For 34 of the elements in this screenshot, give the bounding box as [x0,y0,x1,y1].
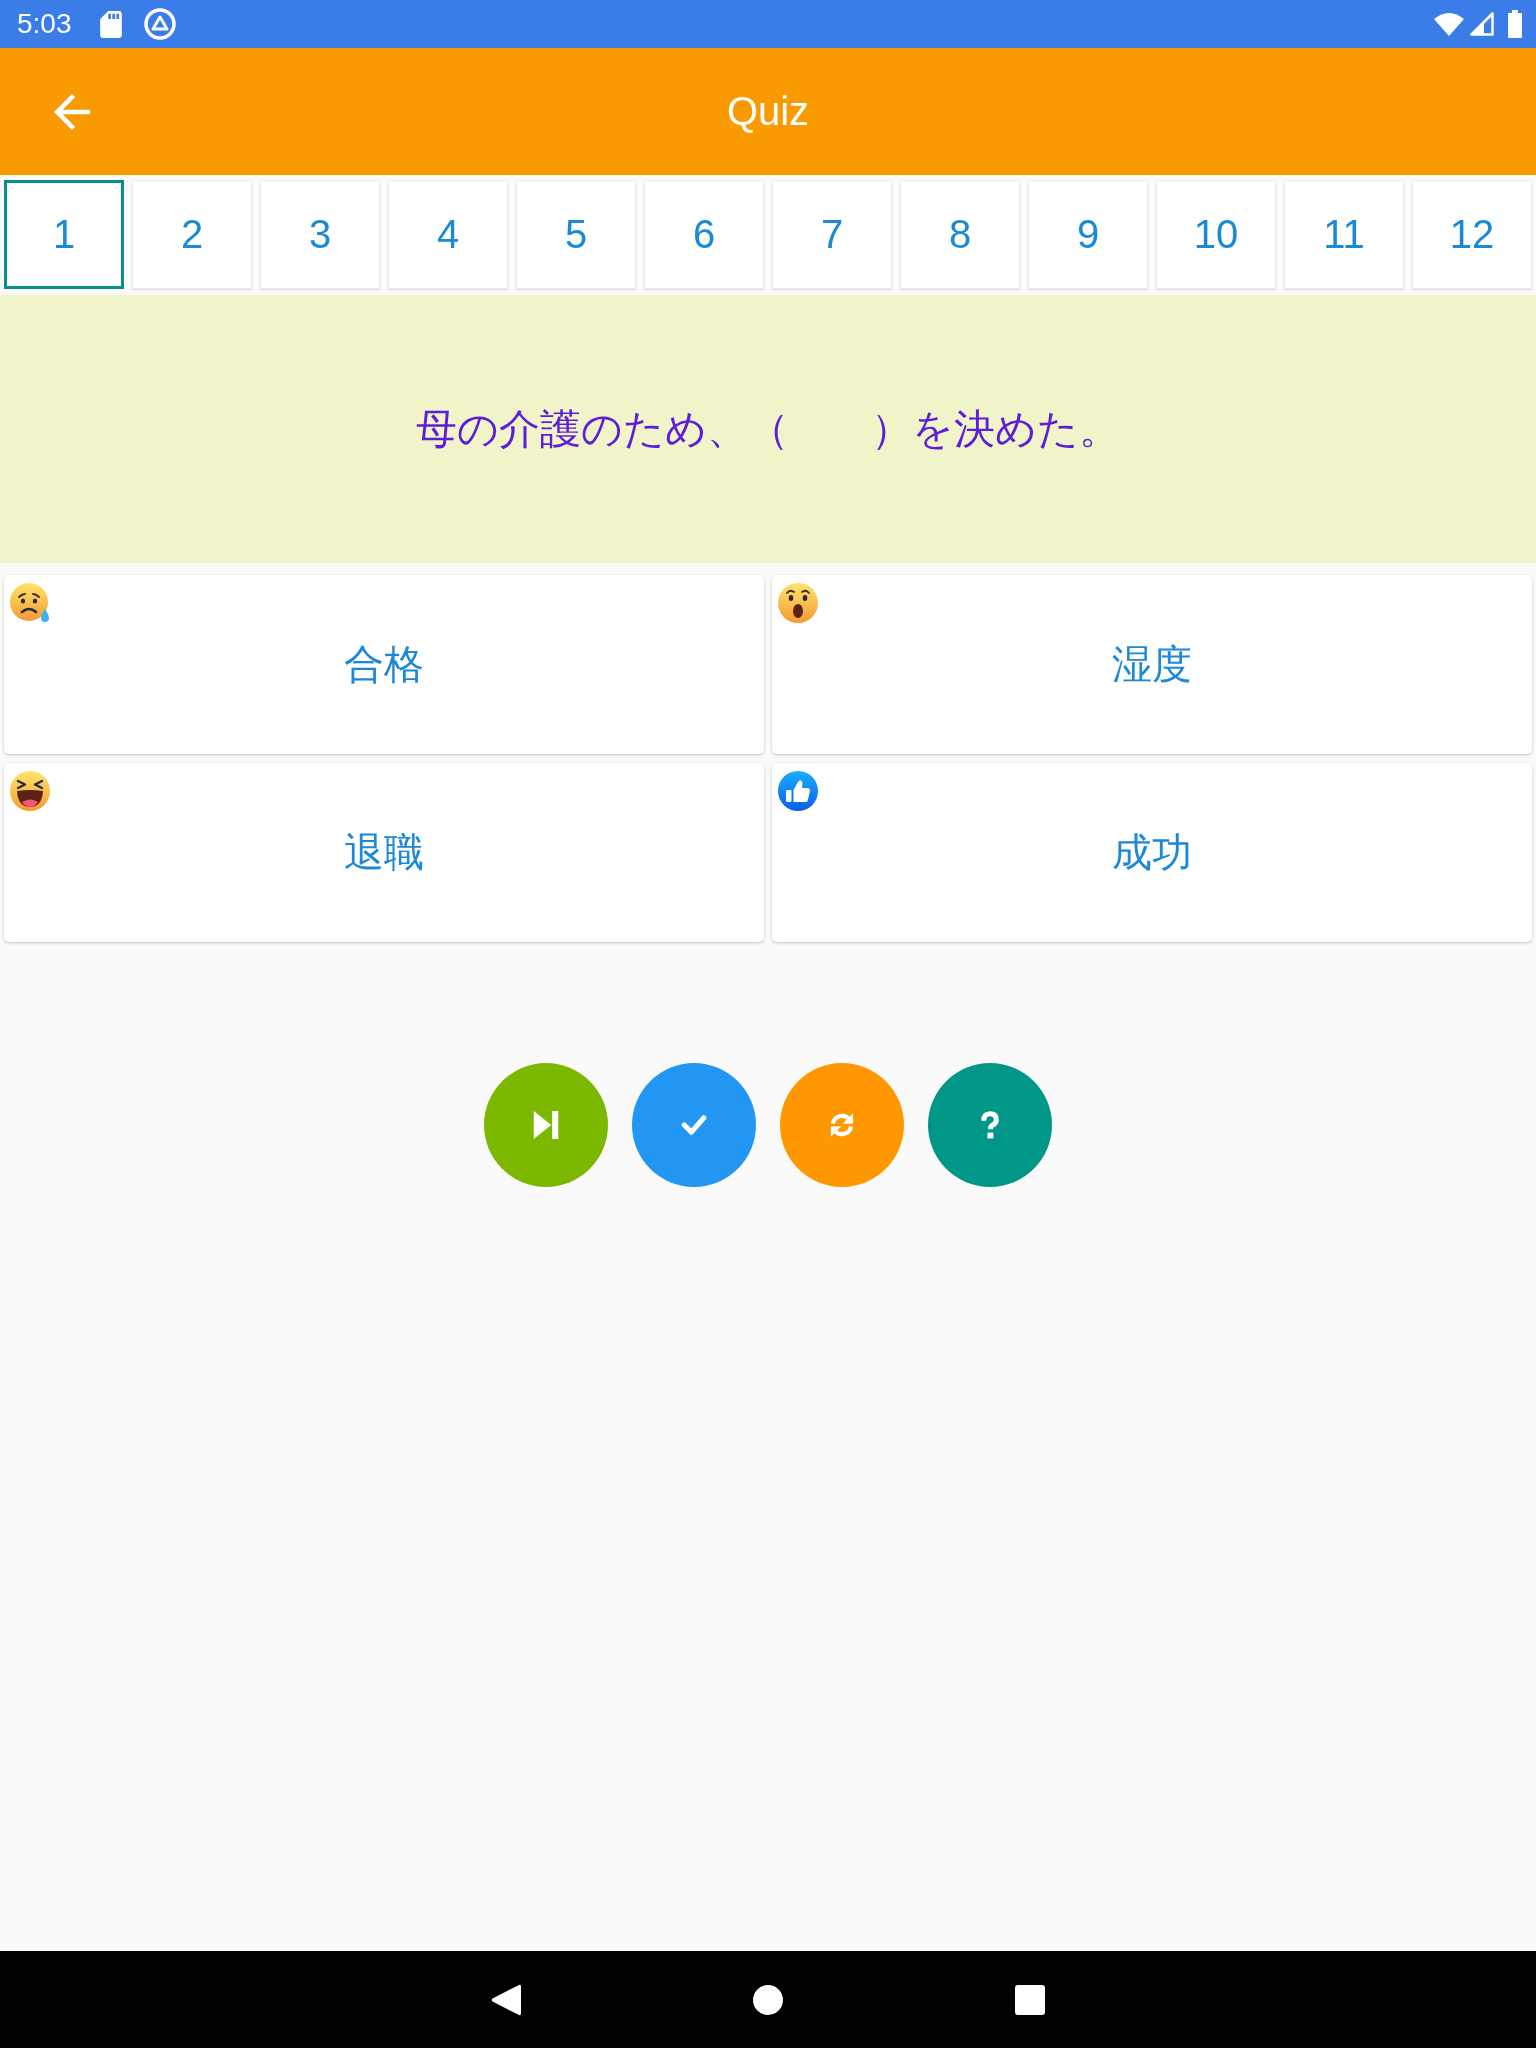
question-tab[interactable]: 5 [516,180,636,289]
question-tab[interactable]: 2 [132,180,252,289]
answer-card[interactable]: 湿度 [772,575,1532,754]
wifi-icon [1434,12,1464,36]
status-time: 5:03 [17,8,72,40]
battery-icon [1508,10,1522,38]
back-arrow-icon[interactable] [54,93,90,130]
recents-icon[interactable] [1015,1984,1045,2015]
home-icon[interactable] [753,1984,783,2015]
question-tab[interactable]: 9 [1028,180,1148,289]
question-tab[interactable]: 8 [900,180,1020,289]
sad-face-icon [10,583,50,623]
signal-icon [1470,12,1494,36]
question-tab[interactable]: 3 [260,180,380,289]
answer-card[interactable]: 成功 [772,763,1532,942]
app-title: Quiz [726,89,810,134]
question-text: 母の介護のため、（ ）を決めた。 [416,404,1120,454]
back-icon[interactable] [491,1983,521,2016]
question-tab[interactable]: 7 [772,180,892,289]
surprised-face-icon [778,583,818,623]
laughing-face-icon [10,771,50,811]
question-tab[interactable]: 1 [4,180,124,289]
answer-card[interactable]: 退職 [4,763,764,942]
question-tab[interactable]: 4 [388,180,508,289]
question-tab[interactable]: 6 [644,180,764,289]
answer-card[interactable]: 合格 [4,575,764,754]
question-tab[interactable]: 10 [1156,180,1276,289]
question-tab[interactable]: 11 [1284,180,1404,289]
sd-card-icon [99,10,122,38]
question-tab[interactable]: 12 [1412,180,1532,289]
ring-icon [143,8,176,40]
skip-next-icon [533,1111,559,1139]
thumbs-up-icon [778,771,818,811]
refresh-icon [829,1111,855,1139]
